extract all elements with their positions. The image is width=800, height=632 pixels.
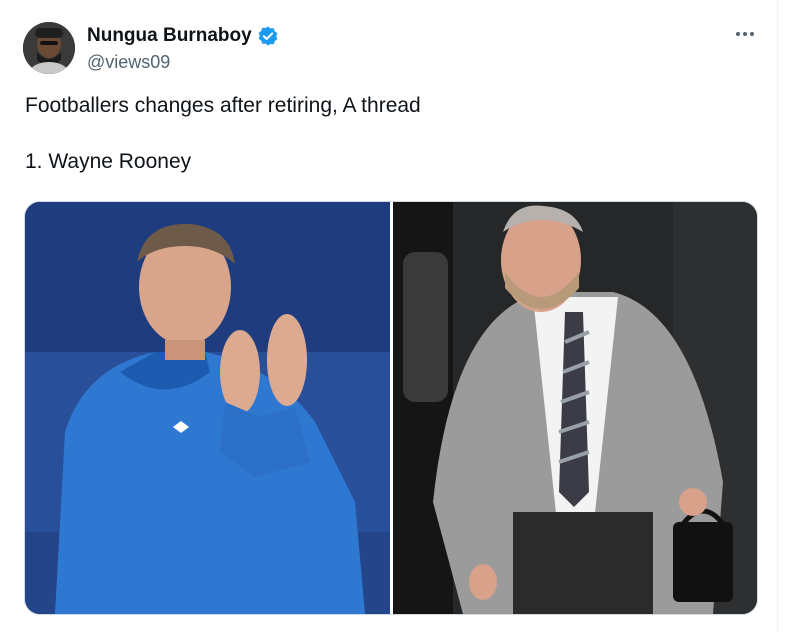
timeline-border: [777, 0, 778, 632]
author-name-row: Nungua Burnaboy: [87, 24, 279, 48]
profile-avatar-icon: [23, 22, 75, 74]
author-handle[interactable]: @views09: [87, 50, 170, 74]
verified-badge-icon: [257, 25, 279, 47]
photo-rooney-player[interactable]: [25, 202, 390, 614]
retired-illustration: [393, 202, 757, 614]
author-avatar[interactable]: [23, 22, 75, 74]
tweet-media[interactable]: [24, 201, 758, 615]
author-display-name[interactable]: Nungua Burnaboy: [87, 24, 252, 48]
tweet-text: Footballers changes after retiring, A th…: [25, 94, 421, 173]
more-dots-icon[interactable]: [730, 22, 760, 46]
player-illustration: [25, 202, 390, 614]
photo-rooney-retired[interactable]: [393, 202, 757, 614]
